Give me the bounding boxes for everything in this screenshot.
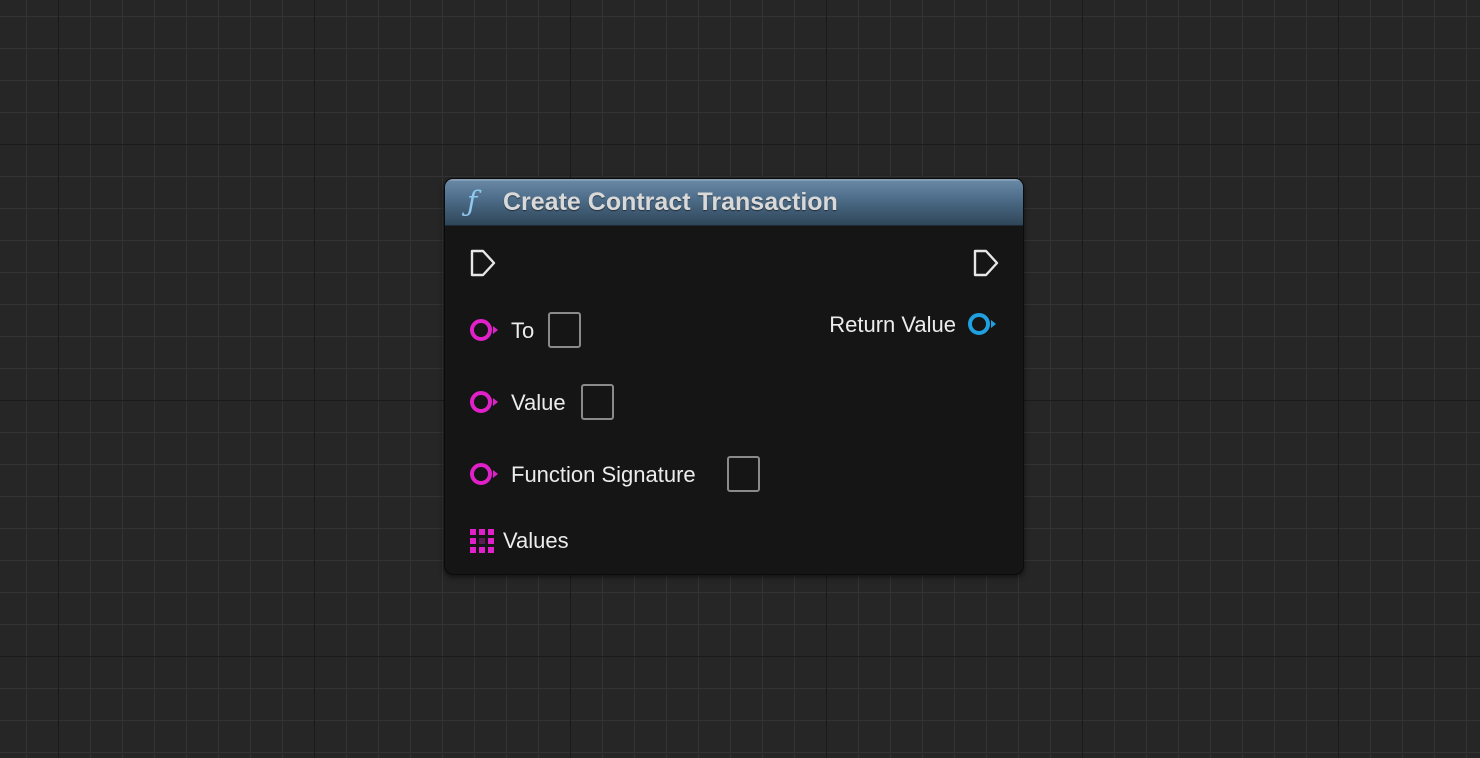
to-pin-icon[interactable] bbox=[469, 318, 499, 342]
node-header[interactable]: ƒ Create Contract Transaction bbox=[445, 179, 1023, 226]
function-signature-pin-icon[interactable] bbox=[469, 462, 499, 486]
exec-output-pin-icon[interactable] bbox=[972, 248, 1000, 278]
function-icon: ƒ bbox=[467, 185, 478, 218]
value-pin-icon[interactable] bbox=[469, 390, 499, 414]
function-signature-input[interactable] bbox=[727, 456, 760, 492]
value-input[interactable] bbox=[581, 384, 614, 420]
exec-input-pin-icon[interactable] bbox=[469, 248, 497, 278]
to-label: To bbox=[511, 318, 535, 343]
node-title: Create Contract Transaction bbox=[503, 188, 838, 216]
return-value-label: Return Value bbox=[829, 312, 956, 337]
values-label: Values bbox=[503, 528, 569, 553]
blueprint-node[interactable]: ƒ Create Contract Transaction To Value F… bbox=[444, 178, 1024, 575]
function-signature-label: Function Signature bbox=[511, 462, 696, 487]
value-label: Value bbox=[511, 390, 566, 415]
return-value-pin-icon[interactable] bbox=[967, 312, 997, 336]
array-grid-icon[interactable] bbox=[470, 529, 494, 553]
to-input[interactable] bbox=[548, 312, 581, 348]
